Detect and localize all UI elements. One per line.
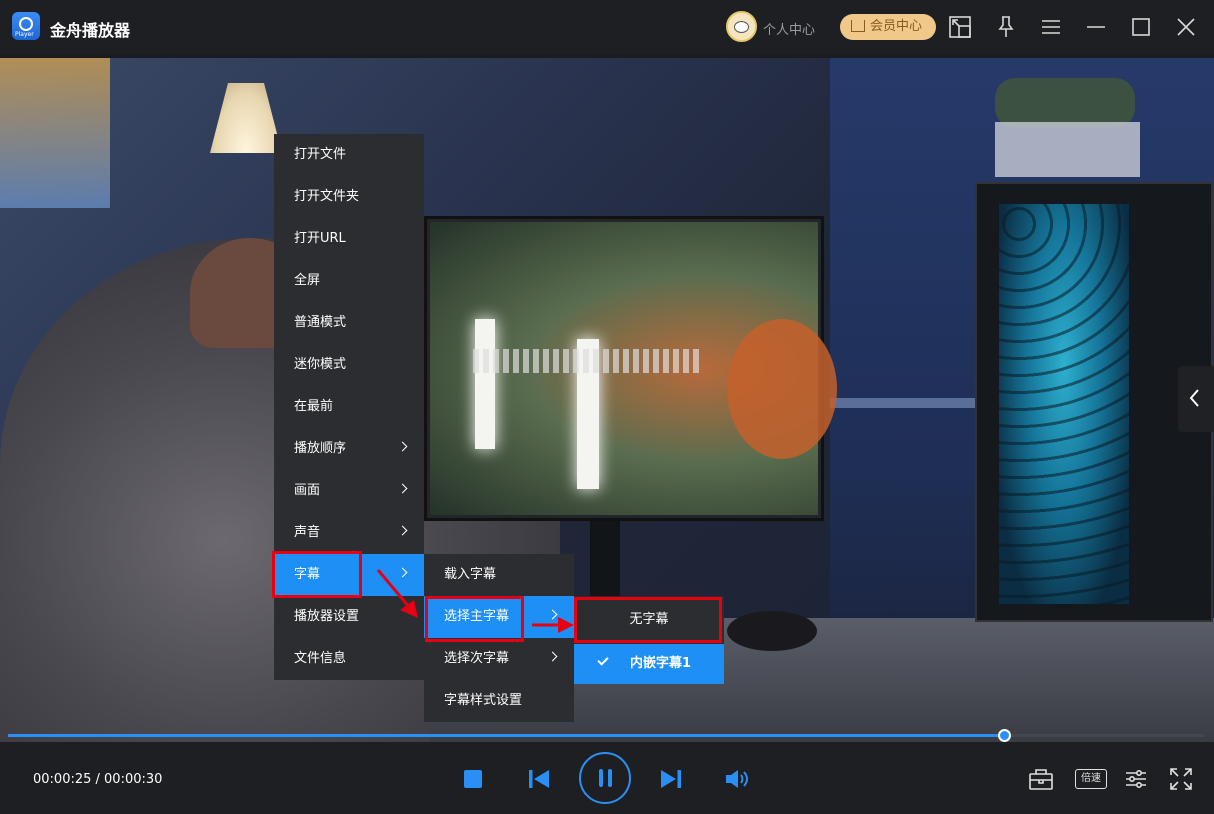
- chevron-left-icon: [1189, 389, 1199, 407]
- fullscreen-icon[interactable]: [1168, 766, 1194, 792]
- menu-item-normal-mode[interactable]: 普通模式: [274, 302, 424, 344]
- highlight-box: [425, 596, 524, 642]
- annotation-arrow-icon: [376, 569, 418, 618]
- previous-button[interactable]: [527, 767, 551, 791]
- annotation-arrow-icon: [532, 617, 574, 633]
- game-monitor: [424, 216, 837, 521]
- vip-center-label: 会员中心: [870, 19, 923, 34]
- volume-icon[interactable]: [724, 767, 750, 791]
- stop-button[interactable]: [464, 770, 482, 788]
- app-logo-text: Player: [15, 31, 34, 38]
- highlight-box: [272, 551, 362, 598]
- menu-icon[interactable]: [1038, 14, 1064, 40]
- equalizer-settings-icon[interactable]: [1123, 766, 1149, 792]
- time-display: 00:00:25 / 00:00:30: [33, 772, 163, 787]
- menu-item-audio[interactable]: 声音: [274, 512, 424, 554]
- menu-item-open-url[interactable]: 打开URL: [274, 218, 424, 260]
- progress-fill: [8, 734, 1005, 737]
- speed-button[interactable]: 倍速: [1075, 769, 1107, 789]
- menu-item-always-on-top[interactable]: 在最前: [274, 386, 424, 428]
- progress-bar[interactable]: [8, 729, 1204, 742]
- title-bar: Player 金舟播放器 个人中心 会员中心: [0, 0, 1214, 54]
- crown-icon: [851, 20, 865, 32]
- app-logo-icon: Player: [12, 12, 40, 40]
- menu-item-file-info[interactable]: 文件信息: [274, 638, 424, 680]
- menu-item-embedded-subtitle-1[interactable]: 内嵌字幕1: [574, 644, 724, 684]
- menu-item-open-file[interactable]: 打开文件: [274, 134, 424, 176]
- menu-item-fullscreen[interactable]: 全屏: [274, 260, 424, 302]
- menu-item-picture[interactable]: 画面: [274, 470, 424, 512]
- highlight-box: [574, 597, 722, 643]
- next-button[interactable]: [659, 767, 683, 791]
- menu-item-open-folder[interactable]: 打开文件夹: [274, 176, 424, 218]
- pin-icon[interactable]: [993, 14, 1019, 40]
- app-title: 金舟播放器: [50, 21, 131, 40]
- maximize-icon[interactable]: [1128, 14, 1154, 40]
- check-icon: [597, 654, 609, 666]
- chevron-right-icon: [397, 483, 408, 494]
- menu-item-mini-mode[interactable]: 迷你模式: [274, 344, 424, 386]
- avatar[interactable]: [726, 11, 757, 42]
- control-bar: 00:00:25 / 00:00:30 倍速: [0, 742, 1214, 814]
- mini-window-icon[interactable]: [947, 14, 973, 40]
- toolbox-icon[interactable]: [1028, 766, 1054, 792]
- expand-playlist-button[interactable]: [1178, 366, 1214, 432]
- vip-center-button[interactable]: 会员中心: [840, 14, 936, 40]
- pause-button[interactable]: [579, 752, 631, 804]
- menu-item-select-secondary-subtitle[interactable]: 选择次字幕: [424, 638, 574, 680]
- lamp: [210, 83, 282, 153]
- user-center-link[interactable]: 个人中心: [763, 19, 815, 38]
- chevron-right-icon: [397, 441, 408, 452]
- chevron-right-icon: [547, 651, 558, 662]
- close-icon[interactable]: [1173, 14, 1199, 40]
- minimize-icon[interactable]: [1083, 14, 1109, 40]
- menu-item-subtitle-style[interactable]: 字幕样式设置: [424, 680, 574, 722]
- chevron-right-icon: [397, 525, 408, 536]
- menu-item-load-subtitle[interactable]: 载入字幕: [424, 554, 574, 596]
- menu-item-play-order[interactable]: 播放顺序: [274, 428, 424, 470]
- wall-poster: [0, 58, 110, 208]
